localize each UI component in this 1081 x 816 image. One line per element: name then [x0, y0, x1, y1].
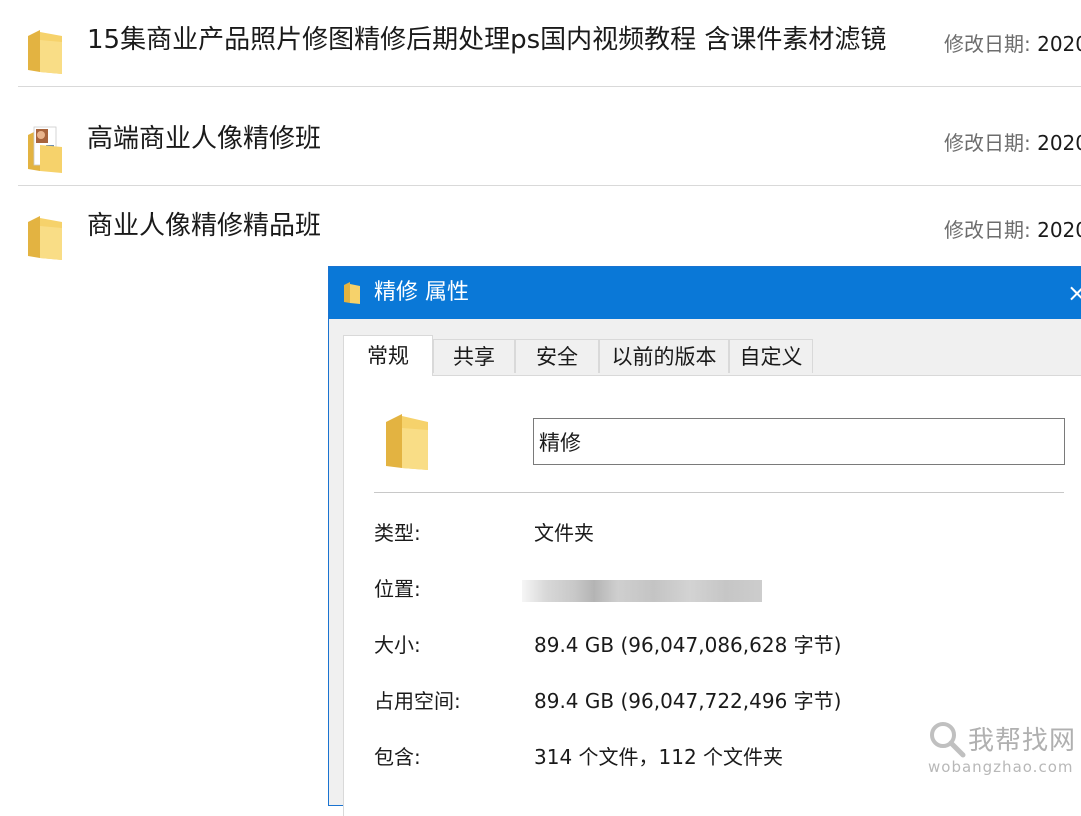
folder-icon [386, 414, 428, 470]
tab-general[interactable]: 常规 [343, 335, 433, 376]
file-row[interactable]: 商业人像精修精品班 修改日期: 2020 [18, 186, 1081, 272]
size-label: 大小: [374, 633, 421, 657]
divider [374, 492, 1064, 493]
tab-security[interactable]: 安全 [515, 339, 599, 373]
type-value: 文件夹 [534, 521, 594, 545]
size-value: 89.4 GB (96,047,086,628 字节) [534, 633, 842, 657]
close-button[interactable]: × [1067, 277, 1081, 309]
dialog-titlebar[interactable]: 精修 属性 × [329, 267, 1081, 319]
disk-size-value: 89.4 GB (96,047,722,496 字节) [534, 689, 842, 713]
tab-customize[interactable]: 自定义 [729, 339, 813, 373]
watermark-url: wobangzhao.com [928, 758, 1074, 776]
file-row[interactable]: 高端商业人像精修班 修改日期: 2020 [18, 99, 1081, 186]
modified-date: 修改日期: 2020 [944, 28, 1081, 57]
folder-icon [28, 216, 62, 260]
watermark-text: 我帮找网 [968, 726, 1077, 756]
modified-date-value: 2020 [1037, 131, 1081, 155]
magnifier-icon [930, 722, 966, 758]
folder-icon [344, 282, 360, 304]
file-row[interactable]: 15集商业产品照片修图精修后期处理ps国内视频教程 含课件素材滤镜 修改日期: … [18, 0, 1081, 87]
modified-date: 修改日期: 2020 [944, 127, 1081, 156]
file-name[interactable]: 商业人像精修精品班 [87, 208, 321, 244]
folder-icon [28, 30, 62, 74]
modified-date-label: 修改日期: [944, 32, 1031, 56]
disk-size-label: 占用空间: [374, 689, 461, 713]
modified-date-value: 2020 [1037, 218, 1081, 242]
modified-date-label: 修改日期: [944, 131, 1031, 155]
contains-label: 包含: [374, 745, 421, 769]
tab-sharing[interactable]: 共享 [433, 339, 515, 373]
contains-value: 314 个文件，112 个文件夹 [534, 745, 784, 769]
dialog-title: 精修 属性 [374, 280, 469, 305]
location-value-redacted [522, 580, 762, 602]
file-name[interactable]: 高端商业人像精修班 [87, 121, 321, 157]
type-label: 类型: [374, 521, 421, 545]
modified-date-value: 2020 [1037, 32, 1081, 56]
watermark: 我帮找网 wobangzhao.com [926, 720, 1078, 784]
folder-name-input[interactable] [533, 418, 1065, 465]
folder-thumbnail-icon [28, 126, 62, 173]
modified-date-label: 修改日期: [944, 218, 1031, 242]
tab-previous-versions[interactable]: 以前的版本 [599, 339, 729, 373]
file-name[interactable]: 15集商业产品照片修图精修后期处理ps国内视频教程 含课件素材滤镜 [87, 22, 886, 58]
modified-date: 修改日期: 2020 [944, 214, 1081, 243]
location-label: 位置: [374, 577, 421, 601]
